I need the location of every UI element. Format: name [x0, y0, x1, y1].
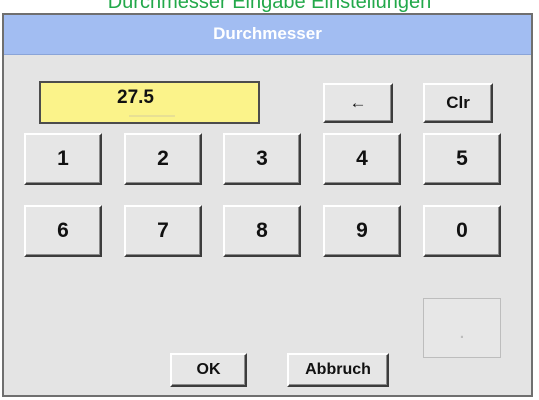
- background-window-title: Durchmesser Eingabe Einstellungen: [107, 0, 432, 13]
- digit-3-button[interactable]: 3: [223, 133, 301, 185]
- value-text: 27.5: [117, 87, 154, 108]
- backspace-button[interactable]: ←: [323, 83, 393, 123]
- digit-1-button[interactable]: 1: [24, 133, 102, 185]
- clear-button[interactable]: Clr: [423, 83, 493, 123]
- digit-9-button[interactable]: 9: [323, 205, 401, 257]
- ok-button[interactable]: OK: [170, 353, 247, 387]
- digit-0-button[interactable]: 0: [423, 205, 501, 257]
- back-arrow-icon: ←: [349, 93, 367, 112]
- digit-4-button[interactable]: 4: [323, 133, 401, 185]
- cancel-button[interactable]: Abbruch: [287, 353, 389, 387]
- text-cursor: [129, 115, 175, 117]
- digit-7-button[interactable]: 7: [124, 205, 202, 257]
- dialog-title: Durchmesser: [4, 15, 531, 55]
- digit-5-button[interactable]: 5: [423, 133, 501, 185]
- value-display[interactable]: 27.5: [39, 81, 260, 124]
- digit-8-button[interactable]: 8: [223, 205, 301, 257]
- screen: Durchmesser Eingabe Einstellungen Durchm…: [0, 0, 539, 400]
- digit-6-button[interactable]: 6: [24, 205, 102, 257]
- digit-2-button[interactable]: 2: [124, 133, 202, 185]
- decimal-point-button[interactable]: .: [423, 298, 501, 358]
- numeric-input-dialog: Durchmesser 27.5 ← Clr 1 2 3 4 5 6 7 8 9…: [2, 13, 533, 397]
